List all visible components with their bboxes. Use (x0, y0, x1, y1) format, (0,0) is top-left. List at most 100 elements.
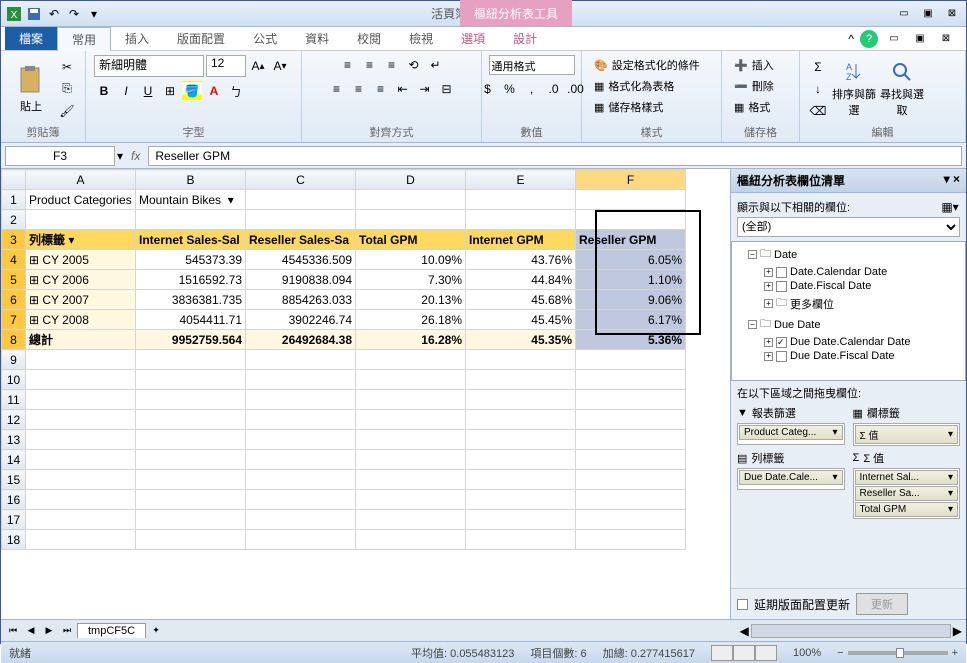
row-header-6[interactable]: 6 (2, 290, 26, 310)
undo-icon[interactable]: ↶ (45, 5, 63, 23)
minimize-ribbon-icon[interactable]: ^ (848, 32, 854, 46)
total-1[interactable]: 26492684.38 (246, 330, 356, 350)
col-header-C[interactable]: C (246, 170, 356, 190)
maximize-button[interactable]: ▣ (918, 6, 938, 22)
autosum-icon[interactable]: Σ (808, 57, 828, 77)
row-header-12[interactable]: 12 (2, 410, 26, 430)
merge-button[interactable]: ⊟ (437, 79, 457, 99)
row-header-9[interactable]: 9 (2, 350, 26, 370)
total-label[interactable]: 總計 (26, 330, 136, 350)
orientation-icon[interactable]: ⟲ (404, 55, 424, 75)
hscroll-right-icon[interactable]: ▶ (953, 624, 962, 638)
page-break-view-icon[interactable] (755, 645, 777, 661)
font-color-button[interactable]: A (204, 81, 224, 101)
column-drop-area[interactable]: Σ 值▾ (853, 423, 961, 446)
cell-6-4[interactable]: 9.06% (576, 290, 686, 310)
find-select-button[interactable]: 尋找與選取 (880, 60, 924, 118)
decrease-indent-icon[interactable]: ⇤ (393, 79, 413, 99)
copy-icon[interactable]: ⎘ (57, 79, 77, 99)
total-4[interactable]: 5.36% (576, 330, 686, 350)
minimize-button[interactable]: ▭ (894, 6, 914, 22)
worksheet-grid[interactable]: ABCDEF1Product CategoriesMountain Bikes … (1, 169, 730, 619)
cell-6-2[interactable]: 20.13% (356, 290, 466, 310)
clear-icon[interactable]: ⌫ (808, 101, 828, 121)
doc-minimize-button[interactable]: ▭ (884, 31, 904, 47)
cell-4-0[interactable]: 545373.39 (136, 250, 246, 270)
filter-item[interactable]: Product Categ...▾ (739, 425, 843, 440)
row-header-18[interactable]: 18 (2, 530, 26, 550)
italic-button[interactable]: I (116, 81, 136, 101)
align-right-icon[interactable]: ≡ (371, 79, 391, 99)
col-header-D[interactable]: D (356, 170, 466, 190)
value-item-1[interactable]: Internet Sal...▾ (855, 470, 959, 485)
values-drop-area[interactable]: Internet Sal...▾ Reseller Sa...▾ Total G… (853, 468, 961, 519)
row-label-7[interactable]: ⊞ CY 2008 (26, 310, 136, 330)
row-header-2[interactable]: 2 (2, 210, 26, 230)
filter-drop-area[interactable]: Product Categ...▾ (737, 423, 845, 445)
qat-dropdown-icon[interactable]: ▾ (85, 5, 103, 23)
fx-icon[interactable]: fx (125, 149, 146, 163)
increase-indent-icon[interactable]: ⇥ (415, 79, 435, 99)
align-left-icon[interactable]: ≡ (327, 79, 347, 99)
total-2[interactable]: 16.28% (356, 330, 466, 350)
cell-7-4[interactable]: 6.17% (576, 310, 686, 330)
cell-6-1[interactable]: 8854263.033 (246, 290, 356, 310)
row-header-13[interactable]: 13 (2, 430, 26, 450)
insert-cells-button[interactable]: ➕插入 (730, 55, 778, 75)
number-format-select[interactable]: 通用格式 (489, 55, 575, 75)
doc-restore-button[interactable]: ▣ (910, 31, 930, 47)
tab-review[interactable]: 校閱 (343, 27, 395, 50)
align-middle-icon[interactable]: ≡ (360, 55, 380, 75)
row-drop-area[interactable]: Due Date.Cale...▾ (737, 468, 845, 490)
pivot-col-header-3[interactable]: Internet GPM (466, 230, 576, 250)
conditional-format-button[interactable]: 🎨設定格式化的條件 (590, 55, 704, 75)
shrink-font-icon[interactable]: A▾ (270, 56, 290, 76)
hscroll-left-icon[interactable]: ◀ (740, 624, 749, 638)
row-header-14[interactable]: 14 (2, 450, 26, 470)
row-labels-header[interactable]: 列標籤 ▾ (26, 230, 136, 250)
currency-icon[interactable]: $ (478, 79, 498, 99)
row-header-10[interactable]: 10 (2, 370, 26, 390)
fill-icon[interactable]: ↓ (808, 79, 828, 99)
col-header-A[interactable]: A (26, 170, 136, 190)
next-sheet-icon[interactable]: ▶ (41, 623, 57, 639)
underline-button[interactable]: U (138, 81, 158, 101)
tab-formula[interactable]: 公式 (239, 27, 291, 50)
format-table-button[interactable]: ▦格式化為表格 (590, 76, 678, 96)
row-label-5[interactable]: ⊞ CY 2006 (26, 270, 136, 290)
tab-insert[interactable]: 插入 (111, 27, 163, 50)
bold-button[interactable]: B (94, 81, 114, 101)
font-name-input[interactable]: 新細明體 (94, 55, 204, 77)
field-tree[interactable]: −🗀Date +Date.Calendar Date +Date.Fiscal … (731, 241, 966, 381)
name-box[interactable]: F3 (5, 146, 115, 166)
tab-home[interactable]: 常用 (57, 27, 111, 51)
defer-checkbox[interactable] (737, 599, 748, 610)
cell-5-0[interactable]: 1516592.73 (136, 270, 246, 290)
row-label-6[interactable]: ⊞ CY 2007 (26, 290, 136, 310)
tab-layout[interactable]: 版面配置 (163, 27, 239, 50)
pivot-col-header-1[interactable]: Reseller Sales-Sa (246, 230, 356, 250)
prev-sheet-icon[interactable]: ◀ (23, 623, 39, 639)
help-icon[interactable]: ? (860, 30, 878, 48)
tab-data[interactable]: 資料 (291, 27, 343, 50)
value-item-3[interactable]: Total GPM▾ (855, 502, 959, 517)
total-3[interactable]: 45.35% (466, 330, 576, 350)
row-header-4[interactable]: 4 (2, 250, 26, 270)
row-label-4[interactable]: ⊞ CY 2005 (26, 250, 136, 270)
row-header-7[interactable]: 7 (2, 310, 26, 330)
doc-close-button[interactable]: ⊠ (936, 31, 956, 47)
font-size-input[interactable]: 12 (206, 55, 246, 77)
delete-cells-button[interactable]: ➖刪除 (730, 76, 778, 96)
cell-6-0[interactable]: 3836381.735 (136, 290, 246, 310)
page-layout-view-icon[interactable] (733, 645, 755, 661)
zoom-in-icon[interactable]: + (952, 647, 958, 659)
view-buttons[interactable] (711, 645, 777, 661)
sort-filter-button[interactable]: AZ 排序與篩選 (832, 60, 876, 118)
cell-5-4[interactable]: 1.10% (576, 270, 686, 290)
tab-file[interactable]: 檔案 (5, 27, 57, 50)
cut-icon[interactable]: ✂ (57, 57, 77, 77)
increase-decimal-icon[interactable]: .0 (544, 79, 564, 99)
format-cells-button[interactable]: ▦格式 (730, 97, 774, 117)
cell-7-3[interactable]: 45.45% (466, 310, 576, 330)
row-header-5[interactable]: 5 (2, 270, 26, 290)
